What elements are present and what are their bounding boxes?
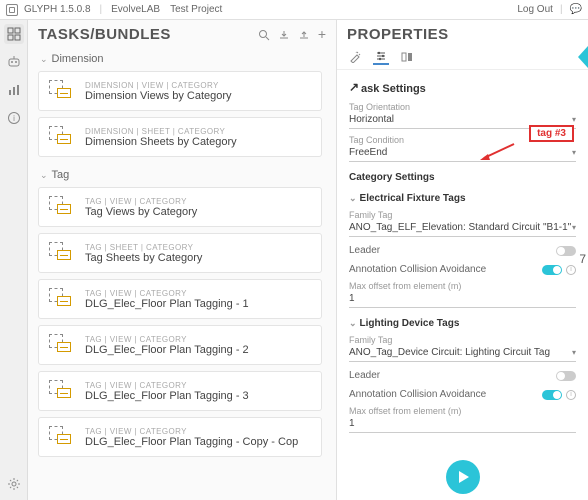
- chevron-down-icon: ▾: [572, 223, 576, 232]
- tab-sliders-icon[interactable]: [373, 49, 389, 65]
- task-settings-heading: ask Settings: [349, 82, 576, 96]
- leader-label: Leader: [349, 245, 380, 256]
- offset-input[interactable]: 1: [349, 416, 576, 433]
- offset-label: Max offset from element (m): [349, 406, 576, 416]
- leader-toggle[interactable]: [556, 246, 576, 256]
- chevron-down-icon: ▾: [572, 115, 576, 124]
- tab-panels-icon[interactable]: [399, 49, 415, 65]
- task-thumb-icon: [49, 426, 75, 448]
- svg-text:i: i: [13, 114, 15, 123]
- tasks-search-icon[interactable]: [258, 29, 270, 41]
- info-icon[interactable]: i: [566, 390, 576, 400]
- tasks-export-icon[interactable]: [298, 29, 310, 41]
- task-title: DLG_Elec_Floor Plan Tagging - 2: [85, 344, 249, 356]
- task-card[interactable]: DIMENSION | SHEET | CATEGORY Dimension S…: [38, 117, 322, 157]
- orientation-label: Tag Orientation: [349, 102, 576, 112]
- nav-settings-icon[interactable]: [4, 474, 24, 494]
- task-title: Tag Views by Category: [85, 206, 197, 218]
- cat-lighting-device[interactable]: ⌄ Lighting Device Tags: [349, 318, 576, 329]
- task-title: Dimension Sheets by Category: [85, 136, 237, 148]
- app-version: GLYPH 1.5.0.8: [24, 4, 91, 15]
- tab-magic-icon[interactable]: [347, 49, 363, 65]
- left-iconbar: i: [0, 20, 28, 500]
- condition-select[interactable]: FreeEnd ▾: [349, 145, 576, 162]
- chevron-down-icon: ⌄: [349, 193, 357, 204]
- chevron-down-icon: ▾: [572, 148, 576, 157]
- tasks-panel: TASKS/BUNDLES + ⌄ Dimension: [28, 20, 336, 500]
- family-tag-label: Family Tag: [349, 335, 576, 345]
- task-crumb: DIMENSION | VIEW | CATEGORY: [85, 81, 232, 90]
- properties-heading: PROPERTIES: [347, 26, 578, 43]
- task-title: Tag Sheets by Category: [85, 252, 202, 264]
- leader-toggle[interactable]: [556, 371, 576, 381]
- chevron-down-icon: ▾: [572, 348, 576, 357]
- task-card[interactable]: TAG | VIEW | CATEGORY Tag Views by Categ…: [38, 187, 322, 227]
- task-thumb-icon: [49, 380, 75, 402]
- properties-tabs: [337, 45, 588, 70]
- nav-stats-icon[interactable]: [4, 80, 24, 100]
- feedback-icon[interactable]: 💬: [570, 4, 582, 15]
- task-card[interactable]: TAG | VIEW | CATEGORY DLG_Elec_Floor Pla…: [38, 371, 322, 411]
- tasks-add-icon[interactable]: +: [318, 29, 326, 41]
- task-thumb-icon: [49, 126, 75, 148]
- task-title: DLG_Elec_Floor Plan Tagging - 3: [85, 390, 249, 402]
- task-crumb: TAG | VIEW | CATEGORY: [85, 381, 249, 390]
- task-thumb-icon: [49, 196, 75, 218]
- task-title: Dimension Views by Category: [85, 90, 232, 102]
- vendor-name: EvolveLAB: [111, 4, 160, 15]
- chevron-down-icon: ⌄: [349, 318, 357, 329]
- side-number: 7: [579, 252, 586, 266]
- chevron-down-icon: ⌄: [40, 170, 48, 181]
- chevron-down-icon: ⌄: [40, 54, 48, 65]
- nav-tasks-icon[interactable]: [4, 24, 24, 44]
- task-crumb: TAG | SHEET | CATEGORY: [85, 243, 202, 252]
- task-crumb: TAG | VIEW | CATEGORY: [85, 289, 249, 298]
- titlebar: GLYPH 1.5.0.8 | EvolveLAB Test Project L…: [0, 0, 588, 20]
- task-crumb: TAG | VIEW | CATEGORY: [85, 427, 298, 436]
- logout-link[interactable]: Log Out: [517, 4, 553, 15]
- task-crumb: DIMENSION | SHEET | CATEGORY: [85, 127, 237, 136]
- task-crumb: TAG | VIEW | CATEGORY: [85, 197, 197, 206]
- cursor-icon: [349, 82, 359, 96]
- offset-label: Max offset from element (m): [349, 281, 576, 291]
- task-card[interactable]: TAG | VIEW | CATEGORY DLG_Elec_Floor Pla…: [38, 325, 322, 365]
- task-crumb: TAG | VIEW | CATEGORY: [85, 335, 249, 344]
- aca-label: Annotation Collision Avoidance: [349, 389, 486, 400]
- family-tag-select[interactable]: ANO_Tag_Device Circuit: Lighting Circuit…: [349, 345, 576, 362]
- nav-info-icon[interactable]: i: [4, 108, 24, 128]
- task-thumb-icon: [49, 334, 75, 356]
- task-card[interactable]: TAG | VIEW | CATEGORY DLG_Elec_Floor Pla…: [38, 279, 322, 319]
- group-dimension[interactable]: ⌄ Dimension: [38, 47, 322, 71]
- family-tag-label: Family Tag: [349, 210, 576, 220]
- task-title: DLG_Elec_Floor Plan Tagging - 1: [85, 298, 249, 310]
- task-card[interactable]: DIMENSION | VIEW | CATEGORY Dimension Vi…: [38, 71, 322, 111]
- run-button[interactable]: [446, 460, 480, 494]
- info-icon[interactable]: i: [566, 265, 576, 275]
- task-thumb-icon: [49, 288, 75, 310]
- tasks-import-icon[interactable]: [278, 29, 290, 41]
- task-thumb-icon: [49, 80, 75, 102]
- family-tag-select[interactable]: ANO_Tag_ELF_Elevation: Standard Circuit …: [349, 220, 576, 237]
- properties-panel: 7 PROPERTIES ask Settings Tag Orientatio…: [336, 20, 588, 500]
- task-card[interactable]: TAG | SHEET | CATEGORY Tag Sheets by Cat…: [38, 233, 322, 273]
- leader-label: Leader: [349, 370, 380, 381]
- category-settings-heading: Category Settings: [349, 172, 576, 183]
- aca-toggle[interactable]: [542, 265, 562, 275]
- cat-electrical-fixture[interactable]: ⌄ Electrical Fixture Tags: [349, 193, 576, 204]
- task-title: DLG_Elec_Floor Plan Tagging - Copy - Cop: [85, 436, 298, 448]
- task-thumb-icon: [49, 242, 75, 264]
- app-logo-icon: [6, 4, 18, 16]
- group-label: Dimension: [52, 53, 104, 65]
- tasks-heading: TASKS/BUNDLES: [38, 26, 171, 43]
- aca-toggle[interactable]: [542, 390, 562, 400]
- nav-ai-icon[interactable]: [4, 52, 24, 72]
- group-label: Tag: [52, 169, 70, 181]
- aca-label: Annotation Collision Avoidance: [349, 264, 486, 275]
- group-tag[interactable]: ⌄ Tag: [38, 163, 322, 187]
- task-card[interactable]: TAG | VIEW | CATEGORY DLG_Elec_Floor Pla…: [38, 417, 322, 457]
- offset-input[interactable]: 1: [349, 291, 576, 308]
- project-name: Test Project: [170, 4, 222, 15]
- annotation-label: tag #3: [529, 125, 574, 142]
